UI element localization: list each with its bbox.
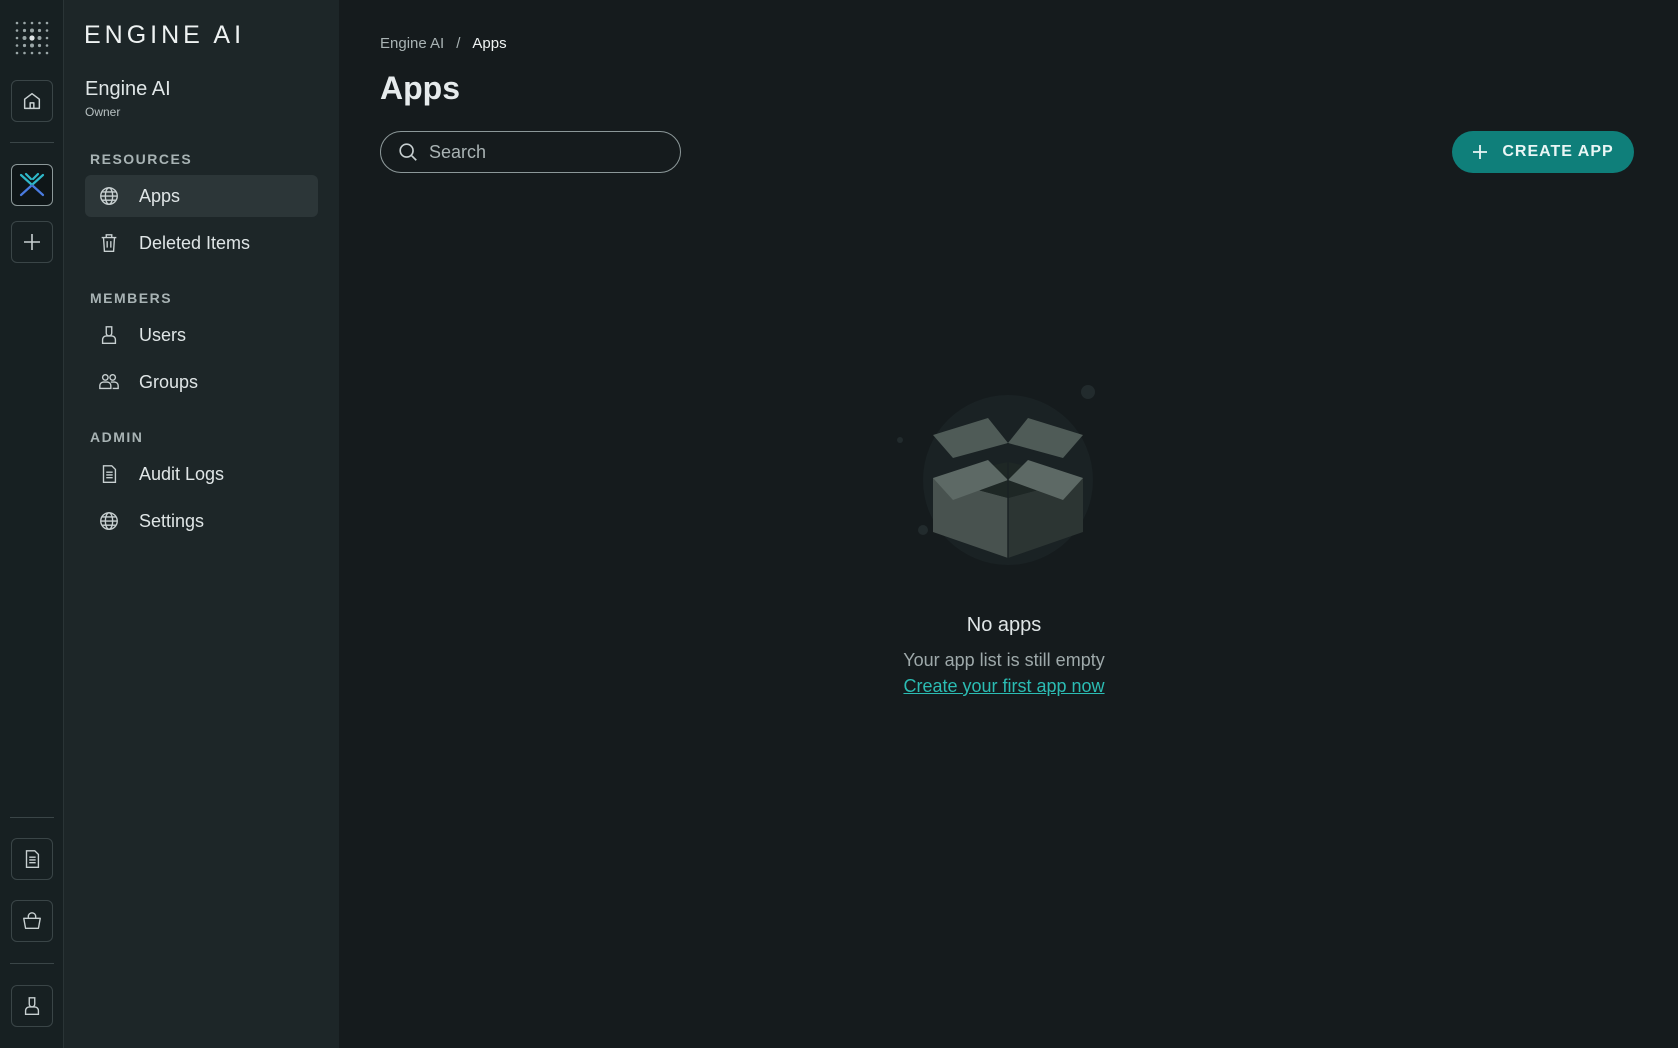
rail-divider (10, 142, 54, 143)
dots-grid-icon[interactable] (14, 20, 50, 56)
marketplace-button[interactable] (11, 900, 53, 942)
plus-icon (24, 234, 40, 250)
sidebar-item-settings[interactable]: Settings (85, 500, 318, 542)
user-icon (97, 323, 121, 347)
sidebar-item-label: Apps (139, 185, 181, 206)
create-app-button[interactable]: CREATE APP (1452, 131, 1634, 173)
engine-ai-logo-icon (19, 172, 45, 197)
breadcrumb-current: Apps (472, 35, 507, 52)
document-icon (97, 462, 121, 486)
sidebar-item-label: Groups (139, 371, 199, 392)
home-button[interactable] (11, 80, 53, 122)
create-app-label: CREATE APP (1502, 143, 1614, 160)
brand-logo: ENGINE AI (84, 21, 246, 49)
breadcrumb: Engine AI / Apps (380, 35, 507, 52)
sidebar-item-groups[interactable]: Groups (85, 361, 318, 403)
section-title-resources: RESOURCES (90, 151, 193, 167)
globe-icon (97, 184, 121, 208)
main-content: Engine AI / Apps Apps CREATE APP (339, 0, 1678, 1048)
organization-role: Owner (85, 105, 121, 119)
organization-name: Engine AI (85, 78, 171, 100)
sidebar-item-label: Settings (139, 510, 205, 531)
empty-box-icon (897, 385, 1095, 565)
sidebar-item-audit-logs[interactable]: Audit Logs (85, 453, 318, 495)
group-icon (97, 370, 121, 394)
page-title: Apps (380, 70, 460, 106)
section-title-members: MEMBERS (90, 290, 173, 306)
sidebar-item-deleted-items[interactable]: Deleted Items (85, 222, 318, 264)
trash-icon (97, 231, 121, 255)
profile-button[interactable] (11, 985, 53, 1027)
user-icon (24, 997, 40, 1015)
plus-icon (1473, 145, 1488, 159)
sidebar: ENGINE AI Engine AI Owner RESOURCES Apps… (64, 0, 339, 1048)
create-first-app-link[interactable]: Create your first app now (339, 676, 1669, 697)
workspace-button[interactable] (11, 164, 53, 206)
search-box[interactable] (380, 131, 681, 173)
icon-rail (0, 0, 64, 1048)
section-title-admin: ADMIN (90, 429, 144, 445)
sidebar-item-apps[interactable]: Apps (85, 175, 318, 217)
globe-icon (97, 509, 121, 533)
empty-state-subtitle: Your app list is still empty (903, 650, 1105, 670)
app-root: ENGINE AI Engine AI Owner RESOURCES Apps… (0, 0, 1678, 1048)
bag-icon (23, 912, 41, 930)
search-input[interactable] (429, 141, 659, 163)
breadcrumb-root[interactable]: Engine AI (380, 35, 444, 52)
search-icon (399, 143, 417, 161)
sidebar-item-label: Users (139, 324, 187, 345)
sidebar-item-label: Deleted Items (139, 232, 251, 253)
document-icon (25, 850, 40, 868)
rail-divider (10, 817, 54, 818)
add-workspace-button[interactable] (11, 221, 53, 263)
breadcrumb-separator: / (456, 35, 461, 52)
rail-divider (10, 963, 54, 964)
sidebar-item-users[interactable]: Users (85, 314, 318, 356)
docs-button[interactable] (11, 838, 53, 880)
home-icon (23, 92, 41, 110)
sidebar-item-label: Audit Logs (139, 463, 225, 484)
empty-state-title: No apps (966, 614, 1042, 636)
